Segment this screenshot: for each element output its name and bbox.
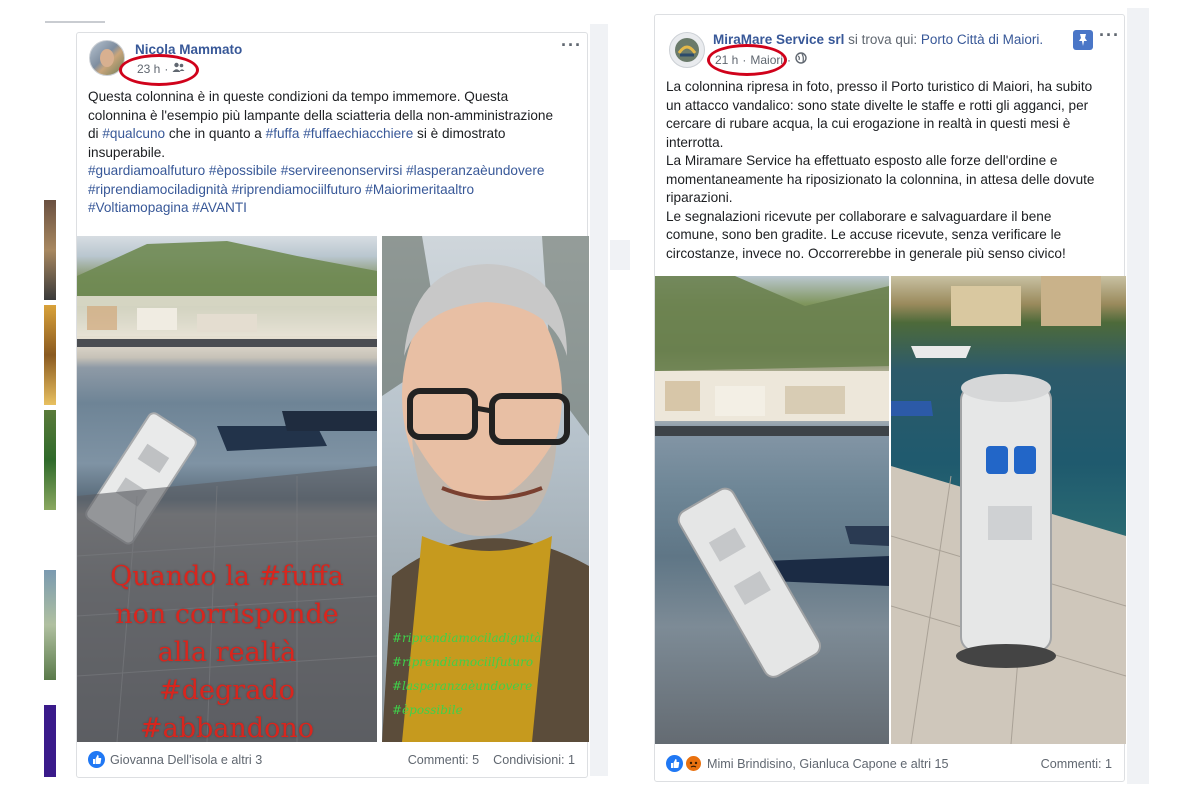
avatar-face xyxy=(100,49,114,67)
highlight-circle-time xyxy=(707,44,787,76)
post-text-line: di #qualcuno che in quanto a #fuffa #fuf… xyxy=(88,125,553,144)
place-link[interactable]: Porto Città di Maiori. xyxy=(921,32,1043,47)
overlay-hashtag: #riprendiamociilfuturo xyxy=(392,655,534,669)
author-suffix: si trova qui: xyxy=(844,32,921,47)
post-text-line: La Miramare Service ha effettuato espost… xyxy=(666,153,1058,168)
post-text-line: insuperabile. xyxy=(88,144,553,163)
page-background-strip xyxy=(610,240,630,270)
hashtag-link[interactable]: #riprendiamociladignità #riprendiamociil… xyxy=(88,182,474,197)
text-segment: che in quanto a xyxy=(165,126,266,141)
side-fragment xyxy=(44,200,56,300)
post-text-line: momentaneamente ha riposizionato la colo… xyxy=(666,171,1095,187)
overlay-line: #abbandono xyxy=(140,713,314,742)
hashtag-link[interactable]: #fuffa xyxy=(266,126,300,141)
hashtag-link[interactable]: #Voltiamopagina #AVANTI xyxy=(88,200,247,215)
post-text-line: #Voltiamopagina #AVANTI xyxy=(88,199,553,218)
post-text-line: comune, sono ben gradite. Le accuse rice… xyxy=(666,227,1062,242)
like-reaction-icon xyxy=(88,751,105,768)
overlay-hashtag: #lasperanzaèundovere xyxy=(392,679,533,693)
comments-count-wrap: Commenti: 1 xyxy=(1041,757,1112,771)
side-fragment xyxy=(44,570,56,680)
post-text-line: un attacco vandalico: sono state divelte… xyxy=(666,97,1089,113)
post-nicola-mammato: Nicola Mammato 23 h · ··· Questa colonni… xyxy=(76,32,589,778)
more-options-icon[interactable]: ··· xyxy=(1099,25,1120,46)
photo-overlay-text: Quando la #fuffa non corrisponde alla real… xyxy=(77,558,377,742)
overlay-line: alla realtà xyxy=(157,637,297,668)
post-text-line: circostanze, invece no. Occorrerebbe in … xyxy=(666,245,1066,261)
pin-icon[interactable] xyxy=(1073,30,1093,50)
post-text-line: interrotta. xyxy=(666,134,724,150)
post-text-line: #guardiamoalfuturo #èpossibile #serviree… xyxy=(88,162,553,181)
side-fragment xyxy=(44,705,56,777)
side-fragment xyxy=(44,305,56,405)
post-photo-portrait[interactable]: #riprendiamociladignità #riprendiamociilf… xyxy=(382,236,589,742)
reactions-names[interactable]: Mimi Brindisino, Gianluca Capone e altri… xyxy=(707,757,949,771)
hashtag-link[interactable]: #guardiamoalfuturo #èpossibile #serviree… xyxy=(88,163,544,178)
counts-spacer xyxy=(483,753,490,767)
more-options-icon[interactable]: ··· xyxy=(561,35,582,56)
page-background-strip xyxy=(1127,8,1149,784)
overlay-line: Quando la #fuffa xyxy=(110,561,344,592)
comments-shares-count: Commenti: 5 Condivisioni: 1 xyxy=(408,753,575,767)
globe-icon[interactable] xyxy=(795,52,807,67)
post-text-line: colonnina è l'esempio più lampante della… xyxy=(88,107,553,126)
page-background-strip xyxy=(590,24,608,776)
post-text-line: Le segnalazioni ricevute per collaborare… xyxy=(666,208,1052,224)
overlay-line: non corrisponde xyxy=(115,599,339,630)
meta-separator: · xyxy=(787,52,792,67)
side-fragment xyxy=(44,410,56,510)
text-segment: Questa colonnina è in queste condizioni … xyxy=(88,89,509,104)
post-photo-colonnina-broken[interactable] xyxy=(655,276,889,744)
brand-logo-icon xyxy=(675,38,699,62)
divider xyxy=(45,21,105,23)
post-text: Questa colonnina è in queste condizioni … xyxy=(88,88,553,218)
post-photo-colonnina[interactable]: Quando la #fuffa non corrisponde alla real… xyxy=(77,236,377,742)
post-miramare-service: MiraMare Service srl si trova qui: Porto… xyxy=(654,14,1126,782)
comments-count[interactable]: Commenti: 5 xyxy=(408,753,479,767)
comments-count[interactable]: Commenti: 1 xyxy=(1041,757,1112,771)
text-segment: insuperabile. xyxy=(88,144,166,160)
author-avatar[interactable] xyxy=(669,32,705,68)
overlay-hashtag: #èpossibile xyxy=(392,703,463,717)
text-segment: si è dimostrato xyxy=(413,126,506,141)
hashtag-link[interactable]: #qualcuno xyxy=(102,126,165,141)
text-segment: colonnina è l'esempio più lampante della… xyxy=(88,107,554,123)
reactions-summary[interactable]: Giovanna Dell'isola e altri 3 xyxy=(88,751,262,768)
hashtag-link[interactable]: #fuffaechiacchiere xyxy=(303,126,413,141)
post-text-line: La colonnina ripresa in foto, presso il … xyxy=(666,79,1093,94)
reactions-summary[interactable]: Mimi Brindisino, Gianluca Capone e altri… xyxy=(666,755,949,772)
text-segment: di xyxy=(88,126,103,141)
post-text: La colonnina ripresa in foto, presso il … xyxy=(666,78,1094,263)
post-text-line: riparazioni. xyxy=(666,190,733,205)
post-text-line: #riprendiamociladignità #riprendiamociil… xyxy=(88,181,553,200)
overlay-hashtag: #riprendiamociladignità xyxy=(392,631,542,645)
reactions-names[interactable]: Giovanna Dell'isola e altri 3 xyxy=(110,753,262,767)
overlay-line: #degrado xyxy=(159,675,295,706)
post-text-line: cercare di rubare acqua, la cui erogazio… xyxy=(666,116,1071,131)
angry-reaction-icon xyxy=(685,755,702,772)
post-photo-colonnina-repositioned[interactable] xyxy=(891,276,1126,744)
photo-overlay-hashtags: #riprendiamociladignità #riprendiamociilf… xyxy=(392,626,541,722)
like-reaction-icon xyxy=(666,755,683,772)
post-text-line: Questa colonnina è in queste condizioni … xyxy=(88,88,553,107)
shares-count[interactable]: Condivisioni: 1 xyxy=(493,753,575,767)
highlight-circle-time xyxy=(119,54,199,86)
